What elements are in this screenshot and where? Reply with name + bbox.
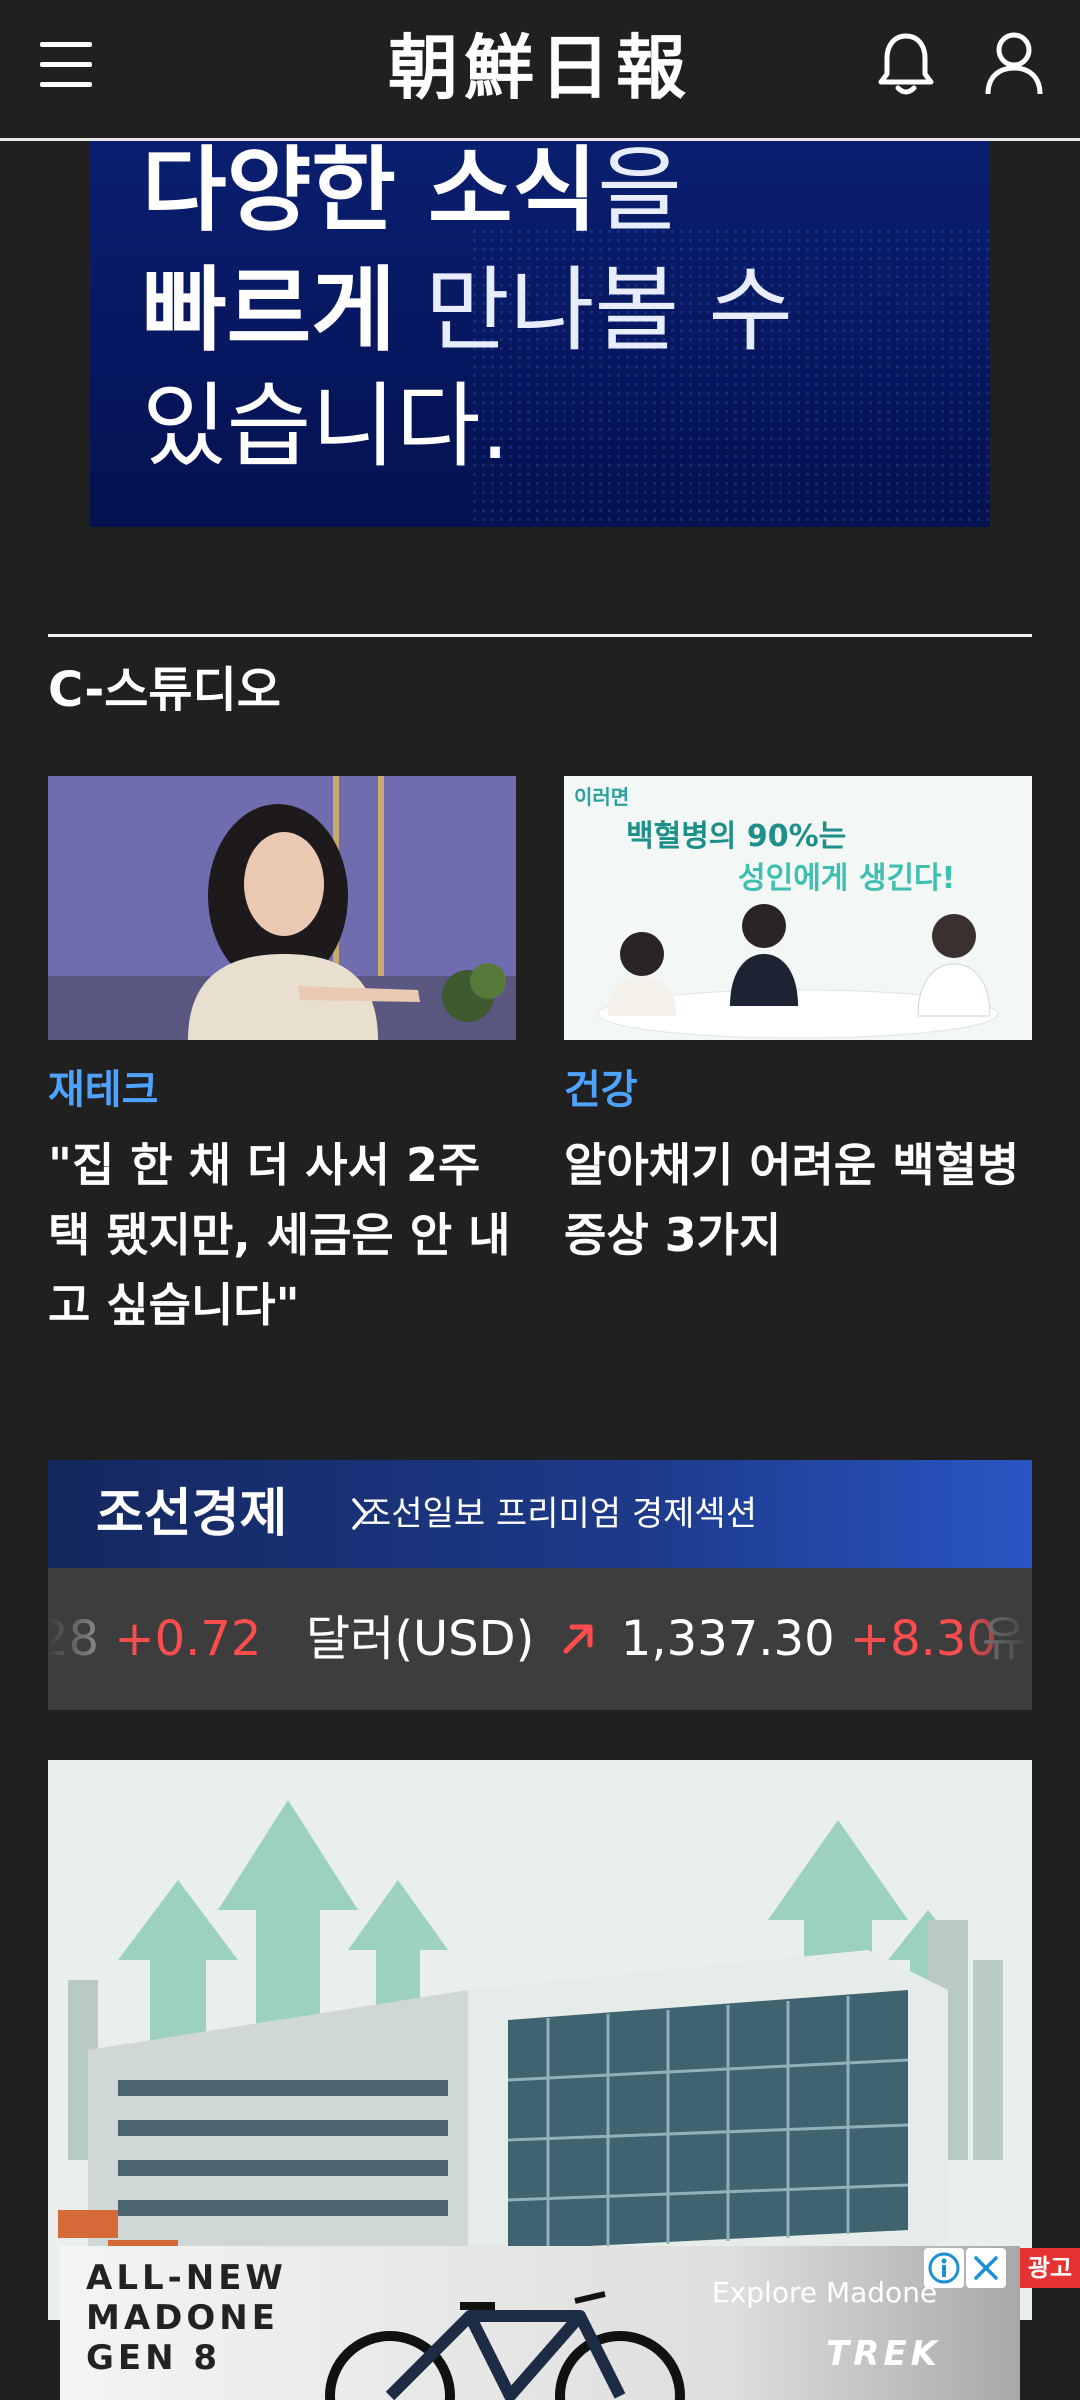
ticker-value: 1,337.30 — [620, 1611, 835, 1667]
thumb-caption-sub: 성인에게 생긴다! — [738, 861, 955, 896]
promo-line-1: 다양한 소식을 — [142, 141, 682, 244]
ad-brand-logo: TREK — [826, 2334, 941, 2374]
ad-info-icon[interactable] — [924, 2248, 964, 2288]
article-category[interactable]: 재테크 — [48, 1064, 516, 1116]
ticker-fade-left — [48, 1568, 98, 1710]
article-card[interactable]: 이러면 백혈병의 90%는 성인에게 생긴다! 건강 알아채기 어려운 백혈병 … — [564, 776, 1032, 1270]
advertisement-banner[interactable]: ALL-NEW MADONE GEN 8 Explore Madone TREK — [60, 2246, 1020, 2400]
article-card[interactable]: 재테크 "집 한 채 더 사서 2주택 됐지만, 세금은 안 내고 싶습니다" — [48, 776, 516, 1340]
section-divider — [48, 634, 1032, 637]
economy-section-banner[interactable]: 조선경제 조선일보 프리미엄 경제섹션 — [48, 1460, 1032, 1568]
article-thumbnail[interactable]: 이러면 백혈병의 90%는 성인에게 생긴다! — [564, 776, 1032, 1040]
thumb-caption-main: 백혈병의 90%는 — [626, 819, 846, 854]
feature-article-image[interactable] — [48, 1760, 1032, 2320]
ad-headline-line-1: ALL-NEW — [86, 2258, 287, 2298]
article-thumbnail[interactable] — [48, 776, 516, 1040]
thumb-caption-top: 이러면 — [574, 785, 629, 809]
article-headline[interactable]: 알아채기 어려운 백혈병 증상 3가지 — [564, 1130, 1032, 1270]
site-logo[interactable]: 朝鮮日報 — [340, 22, 740, 114]
ticker-item-usd[interactable]: 달러(USD) 1,337.30 +8.30 — [306, 1606, 997, 1672]
promo-banner[interactable]: 다양한 소식을 빠르게 만나볼 수 있습니다. — [90, 141, 990, 527]
ticker-fade-right — [962, 1568, 1032, 1710]
economy-title: 조선경제 — [96, 1484, 288, 1544]
ticker-label: 달러(USD) — [306, 1611, 535, 1667]
market-ticker[interactable]: 28 +0.72 달러(USD) 1,337.30 +8.30 유 — [48, 1568, 1032, 1710]
promo-line-3: 있습니다. — [142, 373, 510, 480]
user-profile-icon[interactable] — [984, 30, 1044, 96]
bicycle-image — [325, 2291, 685, 2400]
ad-headline-line-3: GEN 8 — [86, 2338, 222, 2378]
ad-close-icon[interactable] — [966, 2248, 1006, 2288]
ad-explore-link[interactable]: Explore Madone — [712, 2276, 937, 2309]
economy-subtitle: 조선일보 프리미엄 경제섹션 — [360, 1494, 757, 1534]
ad-headline-line-2: MADONE — [86, 2298, 279, 2338]
article-headline[interactable]: "집 한 채 더 사서 2주택 됐지만, 세금은 안 내고 싶습니다" — [48, 1130, 516, 1340]
trend-up-arrow-icon — [563, 1624, 593, 1654]
menu-icon[interactable] — [40, 38, 94, 92]
page: 朝鮮日報 다양한 소식을 빠르게 만나볼 수 있습니다. C-스튜디오 재테크 … — [0, 0, 1080, 2400]
notification-bell-icon[interactable] — [876, 30, 936, 98]
promo-line-2: 빠르게 만나볼 수 — [142, 257, 793, 364]
ad-label-badge: 광고 — [1020, 2248, 1080, 2288]
article-category[interactable]: 건강 — [564, 1064, 1032, 1116]
section-title[interactable]: C-스튜디오 — [48, 660, 281, 720]
top-bar: 朝鮮日報 — [0, 0, 1080, 141]
